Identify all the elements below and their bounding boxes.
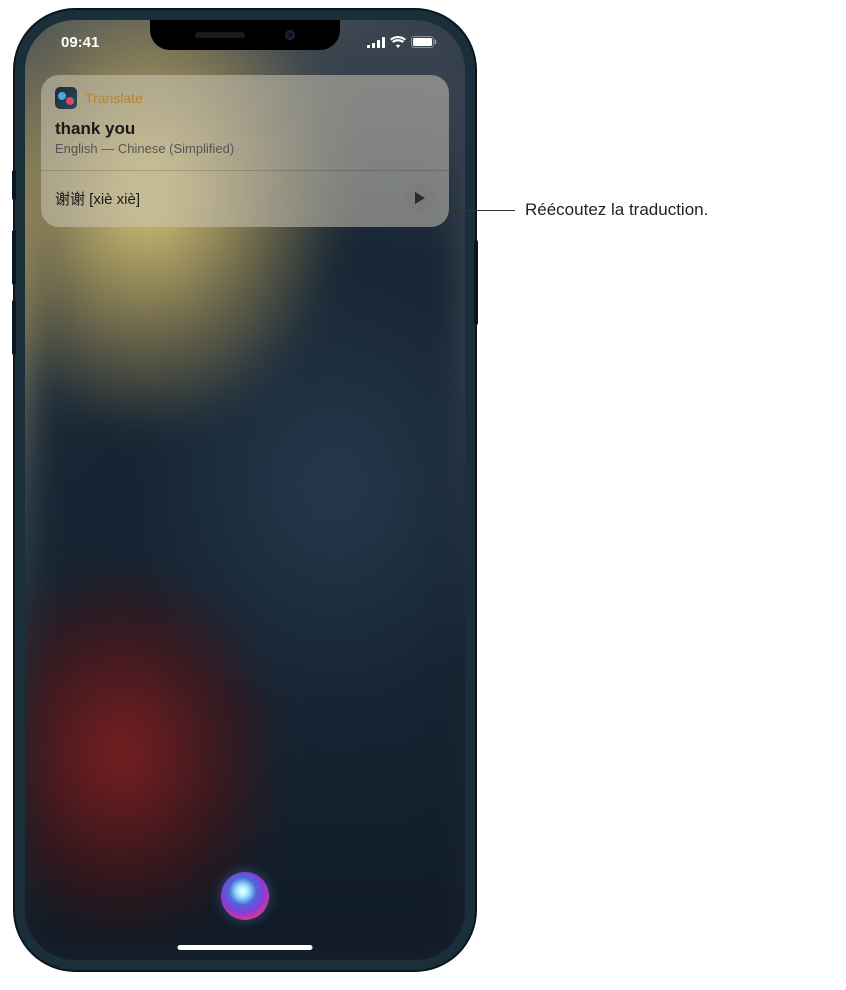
phone-device-frame: 09:41 [15,10,475,970]
annotation-callout: Réécoutez la traduction. [415,200,708,220]
language-pair-label: English — Chinese (Simplified) [55,141,435,156]
translated-phrase: 谢谢 [xiè xiè] [55,188,140,209]
cellular-signal-icon [367,37,385,48]
power-button [474,240,478,325]
status-time: 09:41 [61,34,99,51]
silent-switch [12,170,16,200]
battery-icon [411,36,437,48]
volume-down-button [12,300,16,355]
callout-label: Réécoutez la traduction. [525,200,708,220]
phone-screen: 09:41 [25,20,465,960]
volume-up-button [12,230,16,285]
app-name-label: Translate [85,90,143,106]
source-phrase: thank you [55,119,435,139]
home-indicator[interactable] [178,945,313,950]
display-notch [150,20,340,50]
card-header: Translate [55,87,435,109]
speaker-grille [195,32,245,38]
siri-translate-card[interactable]: Translate thank you English — Chinese (S… [41,75,449,227]
translation-row: 谢谢 [xiè xiè] [55,183,435,213]
front-camera [285,30,295,40]
wifi-icon [390,36,406,48]
card-divider [41,170,449,171]
translate-app-icon [55,87,77,109]
play-translation-button[interactable] [405,183,435,213]
siri-orb-button[interactable] [221,872,269,920]
status-icons [367,36,437,48]
play-icon [414,191,426,205]
